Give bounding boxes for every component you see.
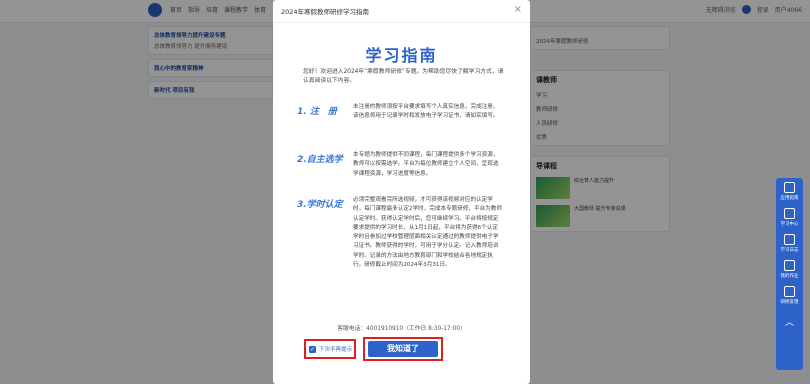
arrow-up-icon: ︿ xyxy=(784,317,794,328)
close-icon[interactable]: × xyxy=(514,5,522,15)
service-hotline: 客服电话：4001910910（工作日 8:30-17:00） xyxy=(337,326,466,332)
modal-title: 2024年寒假教师研修学习指南 xyxy=(281,8,370,16)
guide-heading: 学习指南 xyxy=(365,46,438,65)
section-body-credit-hours: 必须完整观看完所选视频，才可获得该视频对应的认定学时，每门课程最多认定2学时，完… xyxy=(353,197,502,269)
sidebar-label: 应用指南 xyxy=(780,195,799,201)
dont-show-again-label[interactable]: 下次不再提示 xyxy=(319,345,352,353)
sidebar-back-to-top[interactable]: ︿ xyxy=(776,308,803,334)
sidebar-label: 学习日志 xyxy=(780,247,799,253)
section-title-register: 1. 注 册 xyxy=(297,107,337,117)
floating-sidebar: 应用指南 学习中心 学习日志 我的作业 研修反馈 ︿ xyxy=(776,178,803,370)
section-body-register: 未注册的教师须按平台要求填写个人真实信息，完成注册。该信息将用于记录学时和发放电… xyxy=(353,104,499,120)
modal-header: 2024年寒假教师研修学习指南 × xyxy=(273,0,530,23)
log-icon xyxy=(784,233,795,245)
sidebar-item-center[interactable]: 学习中心 xyxy=(776,204,803,230)
sidebar-item-guide[interactable]: 应用指南 xyxy=(776,178,803,204)
guide-icon xyxy=(784,181,795,193)
sidebar-label: 我的作业 xyxy=(780,273,799,279)
confirm-button-highlight: 我知道了 xyxy=(363,337,443,361)
confirm-button[interactable]: 我知道了 xyxy=(368,341,438,357)
sidebar-item-homework[interactable]: 我的作业 xyxy=(776,256,803,282)
homework-icon xyxy=(784,259,795,271)
sidebar-item-feedback[interactable]: 研修反馈 xyxy=(776,282,803,308)
sidebar-item-log[interactable]: 学习日志 xyxy=(776,230,803,256)
center-icon xyxy=(784,207,795,219)
section-title-self-study: 2.自主选学 xyxy=(297,155,343,165)
section-title-credit-hours: 3.学时认定 xyxy=(297,200,343,210)
sidebar-label: 学习中心 xyxy=(780,221,799,227)
checkbox-checked-icon[interactable]: ✓ xyxy=(309,345,316,353)
feedback-icon xyxy=(784,285,795,297)
guide-intro: 您好！欢迎进入2024年“寒假教师研修”专题。为帮助您尽快了解学习方式，请认真阅… xyxy=(303,69,504,84)
section-body-self-study: 本专题为教师提供不同课程，每门课程提供多个学习资源，教师可以按需选学。平台为每位… xyxy=(353,152,499,177)
sidebar-label: 研修反馈 xyxy=(780,299,799,305)
dont-show-again-checkbox[interactable]: ✓ 下次不再提示 xyxy=(304,339,356,359)
learning-guide-modal: 2024年寒假教师研修学习指南 × 学习指南 您好！欢迎进入2024年“寒假教师… xyxy=(273,0,530,384)
